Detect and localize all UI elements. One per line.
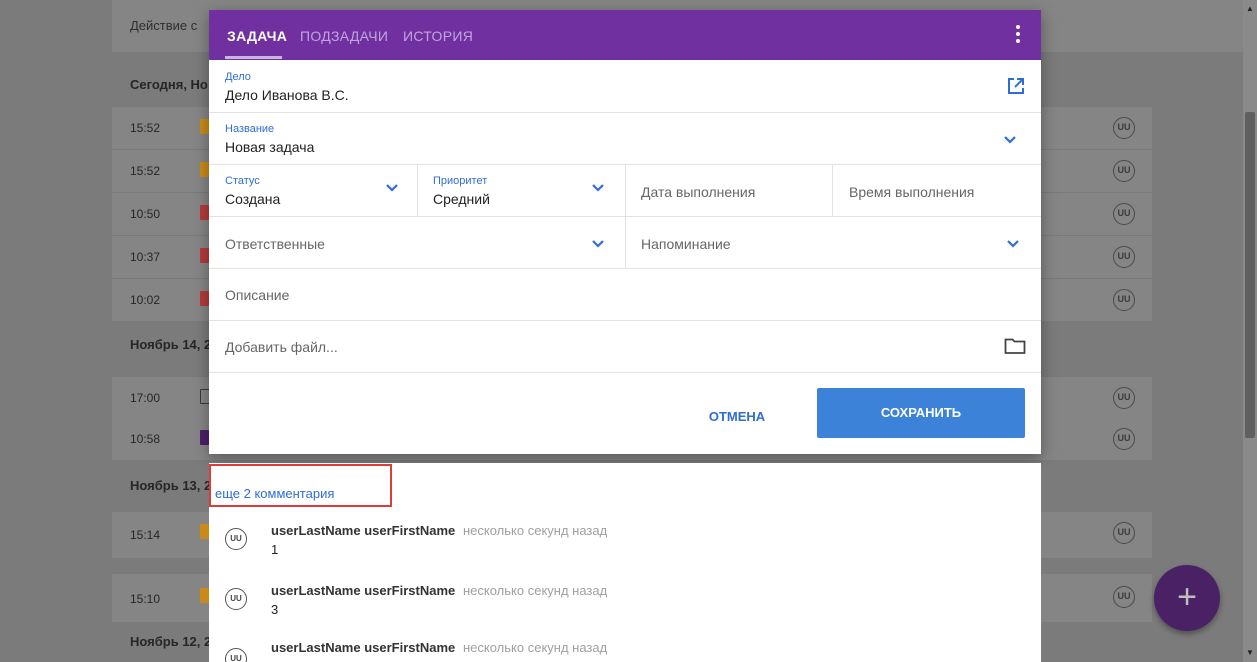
- folder-icon[interactable]: [1004, 337, 1026, 355]
- avatar: UU: [1113, 160, 1135, 182]
- assignees-placeholder: Ответственные: [225, 236, 325, 252]
- avatar: UU: [225, 588, 247, 610]
- name-field[interactable]: Название Новая задача: [209, 113, 1041, 165]
- due-time-field[interactable]: Время выполнения: [833, 165, 1041, 217]
- avatar: UU: [1113, 246, 1135, 268]
- item-time: 10:58: [130, 432, 161, 446]
- priority-flag-icon: [200, 205, 209, 220]
- avatar: UU: [1113, 203, 1135, 225]
- chevron-down-icon[interactable]: [1006, 239, 1020, 249]
- avatar: UU: [1113, 428, 1135, 450]
- avatar: UU: [1113, 289, 1135, 311]
- scroll-up-icon[interactable]: ▲: [1246, 4, 1254, 13]
- status-label: Статус: [225, 175, 260, 187]
- item-time: 15:14: [130, 528, 161, 542]
- comment-author: userLastName userFirstName: [271, 583, 456, 598]
- chevron-down-icon[interactable]: [1003, 135, 1017, 145]
- avatar: UU: [1113, 387, 1135, 409]
- comment-item: UU userLastName userFirstName несколько …: [209, 583, 1041, 633]
- status-select[interactable]: Статус Создана: [209, 165, 417, 217]
- due-date-field[interactable]: Дата выполнения: [626, 165, 832, 217]
- description-field[interactable]: Описание: [209, 269, 1041, 321]
- attach-file-field[interactable]: Добавить файл...: [209, 321, 1041, 373]
- open-in-new-icon[interactable]: [1006, 76, 1026, 96]
- section-label: Сегодня, Но: [130, 77, 208, 92]
- item-time: 10:50: [130, 207, 161, 221]
- due-time-placeholder: Время выполнения: [849, 184, 975, 200]
- avatar: UU: [225, 648, 247, 662]
- comment-time: несколько секунд назад: [463, 523, 608, 538]
- divider: [209, 372, 1041, 373]
- comment-item: UU userLastName userFirstName несколько …: [209, 640, 1041, 662]
- comment-time: несколько секунд назад: [463, 640, 608, 655]
- add-task-button[interactable]: +: [1154, 565, 1220, 631]
- comment-text: 1: [271, 542, 279, 557]
- item-time: 17:00: [130, 391, 161, 405]
- tab-task[interactable]: ЗАДАЧА: [227, 28, 287, 44]
- page-scrollbar[interactable]: ▲ ▼: [1243, 0, 1257, 662]
- section-label: Ноябрь 12, 2: [130, 634, 212, 649]
- comment-author: userLastName userFirstName: [271, 523, 456, 538]
- task-dialog: ЗАДАЧА ПОДЗАДАЧИ ИСТОРИЯ Дело Дело Ивано…: [209, 10, 1041, 454]
- case-label: Дело: [225, 71, 251, 83]
- case-value: Дело Иванова В.С.: [225, 87, 349, 103]
- save-button[interactable]: СОХРАНИТЬ: [817, 388, 1025, 438]
- priority-flag-icon: [200, 588, 209, 603]
- active-tab-indicator: [225, 56, 282, 59]
- case-field[interactable]: Дело Дело Иванова В.С.: [209, 60, 1041, 112]
- section-label: Ноябрь 13, 2: [130, 478, 212, 493]
- description-placeholder: Описание: [225, 287, 290, 303]
- chevron-down-icon[interactable]: [385, 183, 399, 193]
- reminder-select[interactable]: Напоминание: [626, 217, 1041, 269]
- show-more-comments-link[interactable]: еще 2 комментария: [215, 486, 334, 501]
- priority-label: Приоритет: [433, 175, 488, 187]
- reminder-placeholder: Напоминание: [641, 236, 731, 252]
- item-time: 15:10: [130, 592, 161, 606]
- due-date-placeholder: Дата выполнения: [641, 184, 756, 200]
- comment-author: userLastName userFirstName: [271, 640, 456, 655]
- name-label: Название: [225, 123, 275, 135]
- comments-panel: еще 2 комментария UU userLastName userFi…: [209, 463, 1041, 662]
- avatar: UU: [225, 528, 247, 550]
- status-value: Создана: [225, 191, 281, 207]
- scroll-thumb[interactable]: [1245, 112, 1255, 438]
- item-time: 10:37: [130, 250, 161, 264]
- tab-history[interactable]: ИСТОРИЯ: [403, 28, 473, 44]
- priority-flag-icon: [200, 291, 209, 306]
- cancel-button[interactable]: ОТМЕНА: [697, 406, 777, 428]
- more-vert-icon[interactable]: [1015, 24, 1021, 46]
- assignees-select[interactable]: Ответственные: [209, 217, 625, 269]
- scroll-down-icon[interactable]: ▼: [1246, 648, 1254, 657]
- avatar: UU: [1113, 586, 1135, 608]
- comment-time: несколько секунд назад: [463, 583, 608, 598]
- item-time: 15:52: [130, 121, 161, 135]
- name-value: Новая задача: [225, 139, 315, 155]
- attach-file-placeholder: Добавить файл...: [225, 339, 338, 355]
- plus-icon: +: [1177, 578, 1197, 616]
- priority-select[interactable]: Приоритет Средний: [418, 165, 625, 217]
- priority-flag-icon: [200, 430, 209, 445]
- chevron-down-icon[interactable]: [591, 239, 605, 249]
- screen: Действие с Сегодня, Но 15:52 UU 15:52 UU…: [0, 0, 1257, 662]
- priority-flag-icon: [200, 119, 209, 134]
- section-label: Ноябрь 14, 2: [130, 337, 212, 352]
- avatar: UU: [1113, 522, 1135, 544]
- item-time: 15:52: [130, 164, 161, 178]
- tab-subtasks[interactable]: ПОДЗАДАЧИ: [300, 28, 388, 44]
- comment-text: 3: [271, 602, 279, 617]
- avatar: UU: [1113, 117, 1135, 139]
- comment-item: UU userLastName userFirstName несколько …: [209, 523, 1041, 573]
- background-header-text: Действие с: [130, 18, 198, 33]
- item-time: 10:02: [130, 293, 161, 307]
- dialog-header: ЗАДАЧА ПОДЗАДАЧИ ИСТОРИЯ: [209, 10, 1041, 60]
- priority-flag-icon: [200, 524, 209, 539]
- priority-flag-icon: [200, 248, 209, 263]
- priority-flag-icon: [200, 162, 209, 177]
- chevron-down-icon[interactable]: [591, 183, 605, 193]
- priority-value: Средний: [433, 191, 490, 207]
